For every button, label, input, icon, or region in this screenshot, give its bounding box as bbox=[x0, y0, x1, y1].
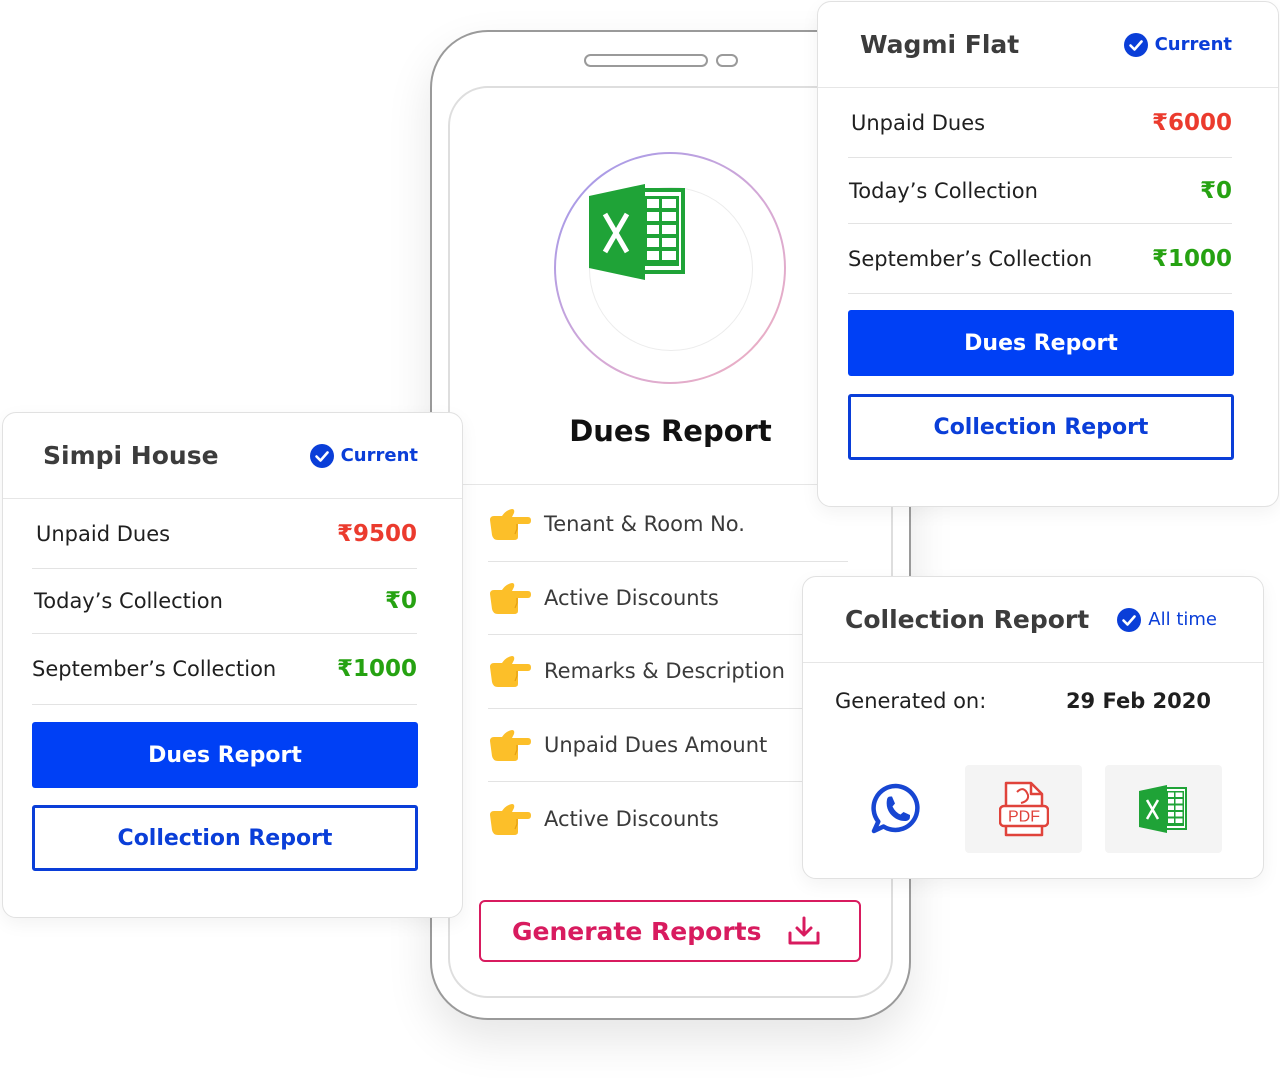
list-item: Active Discounts bbox=[488, 782, 848, 856]
period-badge-label: All time bbox=[1148, 609, 1217, 630]
card-header: Simpi House Current bbox=[3, 413, 462, 499]
pointing-hand-icon bbox=[490, 803, 531, 835]
pointing-hand-icon bbox=[490, 509, 531, 541]
period-badge: All time bbox=[1117, 607, 1217, 632]
collection-report-button[interactable]: Collection Report bbox=[848, 394, 1234, 460]
feature-label: Active Discounts bbox=[544, 806, 719, 831]
monthly-collection-value: ₹1000 bbox=[1151, 245, 1232, 272]
pointing-hand-icon bbox=[490, 729, 531, 761]
unpaid-dues-value: ₹6000 bbox=[1151, 109, 1232, 136]
phone-camera bbox=[716, 54, 738, 67]
property-card-wagmi-flat: Wagmi Flat Current Unpaid Dues ₹6000 Tod… bbox=[817, 1, 1279, 507]
pointing-hand-icon bbox=[490, 656, 531, 688]
check-circle-icon bbox=[1117, 607, 1142, 632]
dues-report-button[interactable]: Dues Report bbox=[32, 722, 418, 788]
collection-report-button[interactable]: Collection Report bbox=[32, 805, 418, 871]
list-item: Active Discounts bbox=[488, 562, 848, 635]
feature-list: Tenant & Room No. Active Discounts Remar… bbox=[488, 488, 848, 856]
list-item: Unpaid Dues Amount bbox=[488, 709, 848, 782]
excel-icon bbox=[589, 184, 685, 280]
share-options: PDF bbox=[837, 765, 1222, 853]
unpaid-dues-value: ₹9500 bbox=[336, 520, 417, 547]
todays-collection-value: ₹0 bbox=[384, 588, 417, 614]
monthly-collection-label: September’s Collection bbox=[848, 246, 1093, 271]
dues-report-button[interactable]: Dues Report bbox=[848, 310, 1234, 376]
whatsapp-icon bbox=[870, 783, 920, 834]
monthly-collection-row: September’s Collection ₹1000 bbox=[32, 634, 417, 705]
unpaid-dues-label: Unpaid Dues bbox=[851, 110, 986, 135]
excel-illustration bbox=[554, 152, 786, 384]
todays-collection-label: Today’s Collection bbox=[849, 178, 1038, 203]
generated-on-date: 29 Feb 2020 bbox=[1065, 689, 1211, 713]
card-header: Collection Report All time bbox=[803, 577, 1263, 663]
excel-icon bbox=[1138, 785, 1187, 833]
property-title: Wagmi Flat bbox=[860, 30, 1020, 59]
property-title: Simpi House bbox=[43, 441, 219, 470]
list-item: Remarks & Description bbox=[488, 635, 848, 709]
status-badge: Current bbox=[309, 443, 418, 468]
todays-collection-label: Today’s Collection bbox=[34, 589, 223, 613]
unpaid-dues-label: Unpaid Dues bbox=[36, 521, 171, 546]
summary-rows: Unpaid Dues ₹6000 Today’s Collection ₹0 … bbox=[848, 88, 1232, 294]
generated-on-label: Generated on: bbox=[835, 689, 987, 713]
unpaid-dues-row: Unpaid Dues ₹9500 bbox=[32, 499, 417, 569]
todays-collection-row: Today’s Collection ₹0 bbox=[848, 158, 1232, 224]
check-circle-icon bbox=[1123, 32, 1148, 57]
feature-label: Active Discounts bbox=[544, 585, 719, 610]
check-circle-icon bbox=[309, 443, 334, 468]
status-badge: Current bbox=[1123, 32, 1232, 57]
generate-reports-button[interactable]: Generate Reports bbox=[479, 900, 861, 962]
todays-collection-value: ₹0 bbox=[1199, 177, 1232, 204]
monthly-collection-label: September’s Collection bbox=[32, 657, 277, 681]
report-title: Collection Report bbox=[845, 605, 1090, 634]
generated-on-row: Generated on: 29 Feb 2020 bbox=[835, 689, 1211, 713]
collection-report-card: Collection Report All time Generated on:… bbox=[802, 576, 1264, 879]
phone-speaker bbox=[584, 54, 708, 67]
card-header: Wagmi Flat Current bbox=[818, 2, 1278, 88]
pdf-icon-text: PDF bbox=[1008, 809, 1040, 826]
todays-collection-row: Today’s Collection ₹0 bbox=[32, 569, 417, 634]
list-item: Tenant & Room No. bbox=[488, 488, 848, 562]
pointing-hand-icon bbox=[490, 582, 531, 614]
share-whatsapp-button[interactable] bbox=[837, 765, 954, 853]
monthly-collection-value: ₹1000 bbox=[336, 656, 417, 682]
share-excel-button[interactable] bbox=[1105, 765, 1222, 853]
status-badge-label: Current bbox=[340, 445, 418, 466]
feature-label: Tenant & Room No. bbox=[544, 512, 745, 537]
share-pdf-button[interactable]: PDF bbox=[965, 765, 1082, 853]
status-badge-label: Current bbox=[1154, 34, 1232, 55]
feature-label: Remarks & Description bbox=[544, 659, 785, 684]
feature-label: Unpaid Dues Amount bbox=[544, 732, 768, 757]
download-icon bbox=[788, 916, 820, 945]
property-card-simpi-house: Simpi House Current Unpaid Dues ₹9500 To… bbox=[2, 412, 463, 918]
pdf-icon: PDF bbox=[998, 781, 1049, 837]
summary-rows: Unpaid Dues ₹9500 Today’s Collection ₹0 … bbox=[32, 499, 417, 705]
generate-reports-label: Generate Reports bbox=[512, 916, 762, 946]
monthly-collection-row: September’s Collection ₹1000 bbox=[848, 224, 1232, 294]
unpaid-dues-row: Unpaid Dues ₹6000 bbox=[848, 88, 1232, 158]
